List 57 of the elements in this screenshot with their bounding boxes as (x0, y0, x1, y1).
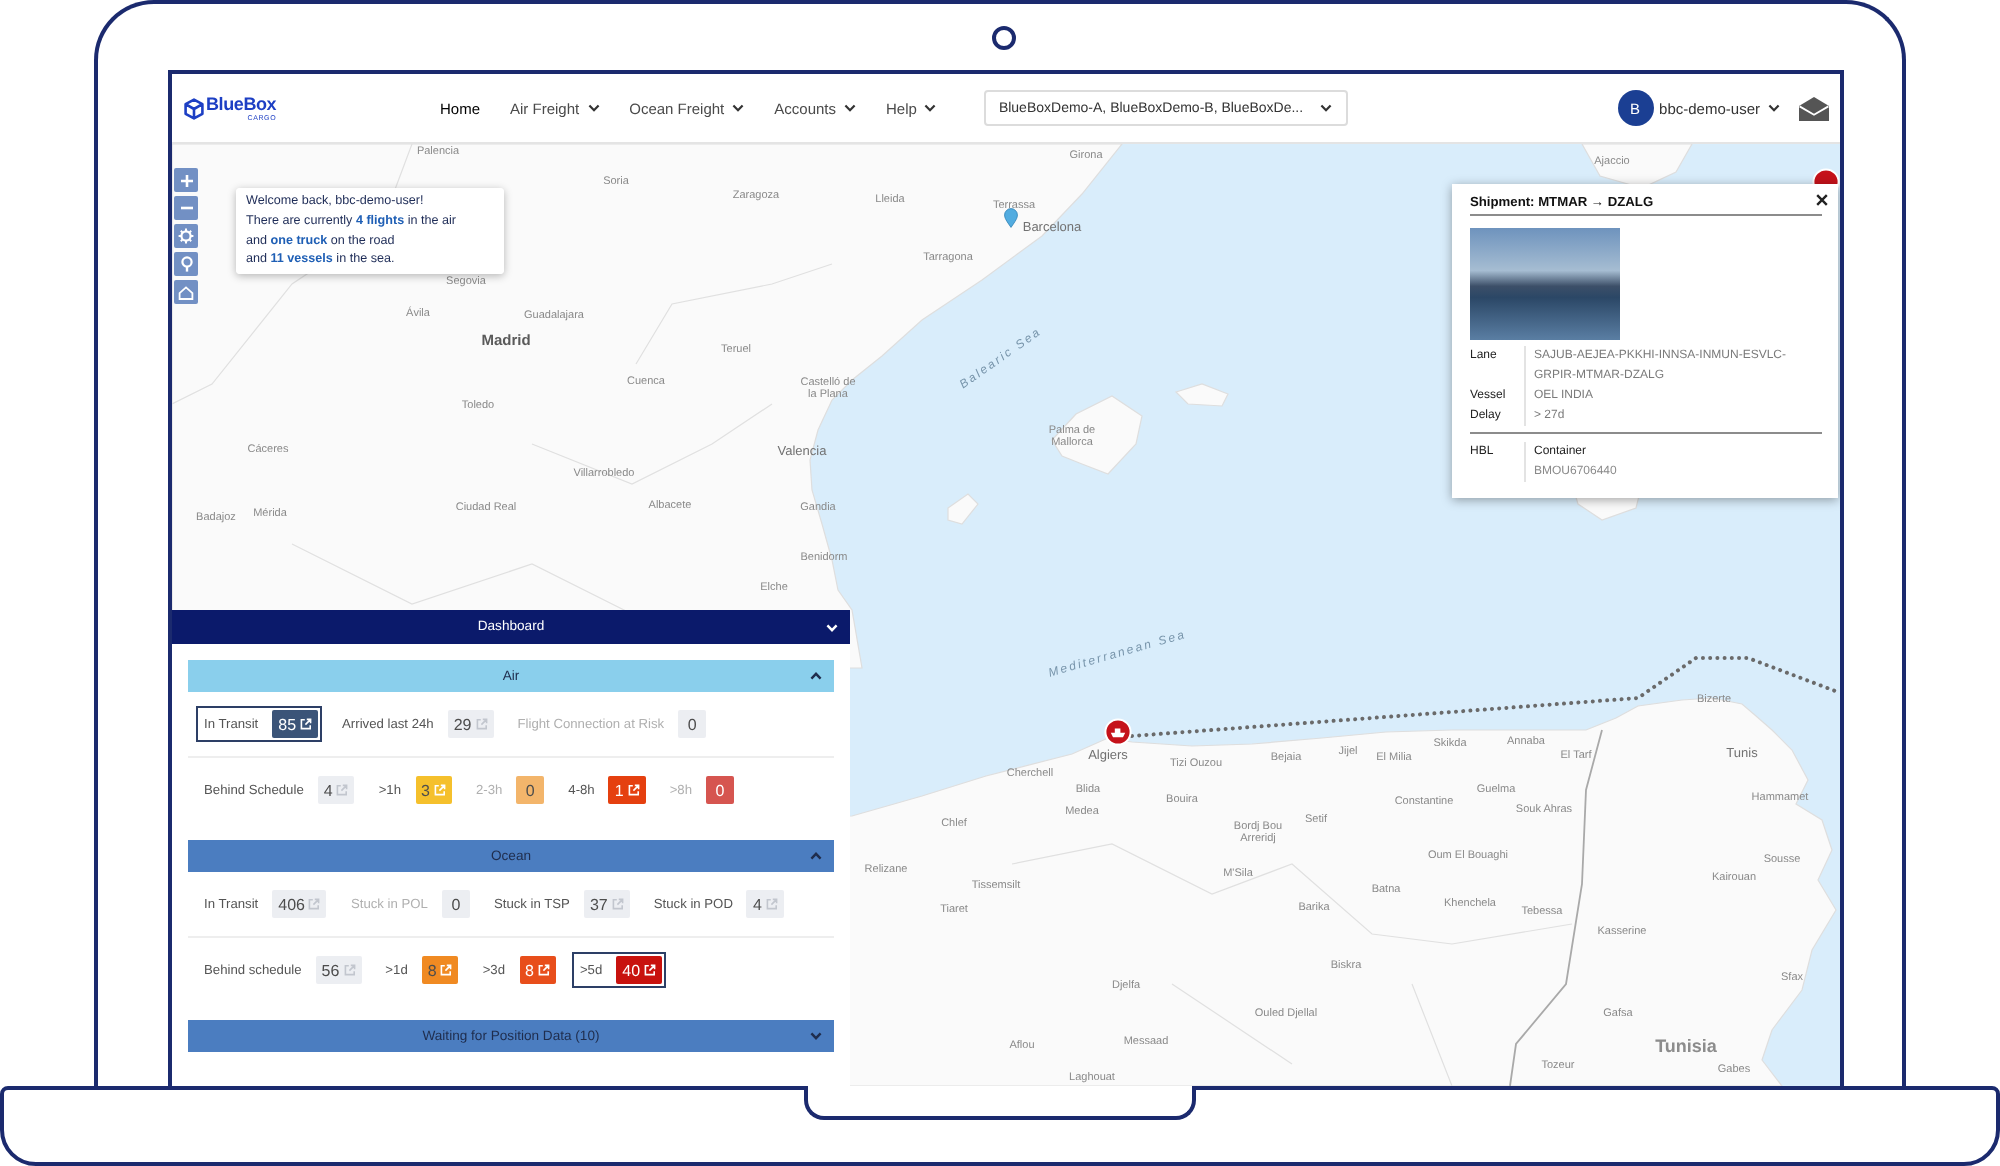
ship-marker-icon[interactable] (1104, 718, 1132, 746)
settings-icon (178, 228, 194, 244)
count-badge: 37 (583, 890, 630, 918)
home-icon (178, 285, 194, 299)
count-badge: 0 (678, 710, 707, 738)
external-link-icon (440, 964, 453, 976)
count-badge: 40 (616, 956, 663, 984)
count-badge: 0 (441, 890, 470, 918)
chevron-up-icon (810, 852, 822, 860)
external-link-icon (475, 718, 488, 730)
external-link-icon (627, 784, 640, 796)
chevron-up-icon (810, 672, 822, 680)
map-pin-icon[interactable] (1004, 208, 1018, 228)
chevron-down-icon (587, 104, 600, 112)
external-link-icon (300, 718, 313, 730)
chevron-down-icon (810, 1032, 822, 1040)
count-badge: 406 (272, 890, 327, 918)
camera-icon (992, 26, 1016, 50)
external-link-icon (765, 898, 778, 910)
count-badge: 4 (746, 890, 784, 918)
home-button[interactable] (174, 280, 198, 304)
external-link-icon (343, 964, 356, 976)
chevron-down-icon (844, 104, 856, 112)
count-badge: 8 (421, 956, 459, 984)
count-badge: 29 (447, 710, 494, 738)
external-link-icon (644, 964, 657, 976)
zoom-in-button[interactable] (174, 168, 198, 192)
chevron-down-icon (1768, 104, 1780, 112)
zoom-out-button[interactable] (174, 196, 198, 220)
count-badge: 1 (608, 776, 646, 804)
count-badge: 85 (272, 710, 319, 738)
chevron-down-icon (826, 623, 838, 631)
plus-icon (179, 173, 193, 187)
count-badge: 8 (519, 956, 556, 984)
chevron-down-icon (1320, 104, 1333, 112)
logo-icon[interactable] (184, 97, 204, 119)
external-link-icon (308, 898, 321, 910)
external-link-icon (611, 898, 624, 910)
count-badge: 56 (315, 956, 362, 984)
logo-name: BlueBox (206, 95, 277, 113)
map-label: Tunisia (1655, 1035, 1717, 1057)
count-badge: 3 (415, 776, 452, 804)
count-badge: 0 (706, 776, 734, 804)
close-icon (1816, 194, 1828, 206)
search-button[interactable] (174, 252, 198, 276)
external-link-icon (336, 784, 349, 796)
chevron-down-icon (924, 104, 937, 112)
search-icon (179, 256, 193, 272)
minus-icon (179, 206, 193, 210)
close-button[interactable] (1814, 192, 1830, 208)
chevron-down-icon (732, 104, 745, 112)
envelope-icon[interactable] (1798, 95, 1830, 121)
external-link-icon (433, 784, 446, 796)
external-link-icon (537, 964, 550, 976)
count-badge: 4 (317, 776, 355, 804)
settings-button[interactable] (174, 224, 198, 248)
count-badge: 0 (516, 776, 545, 804)
